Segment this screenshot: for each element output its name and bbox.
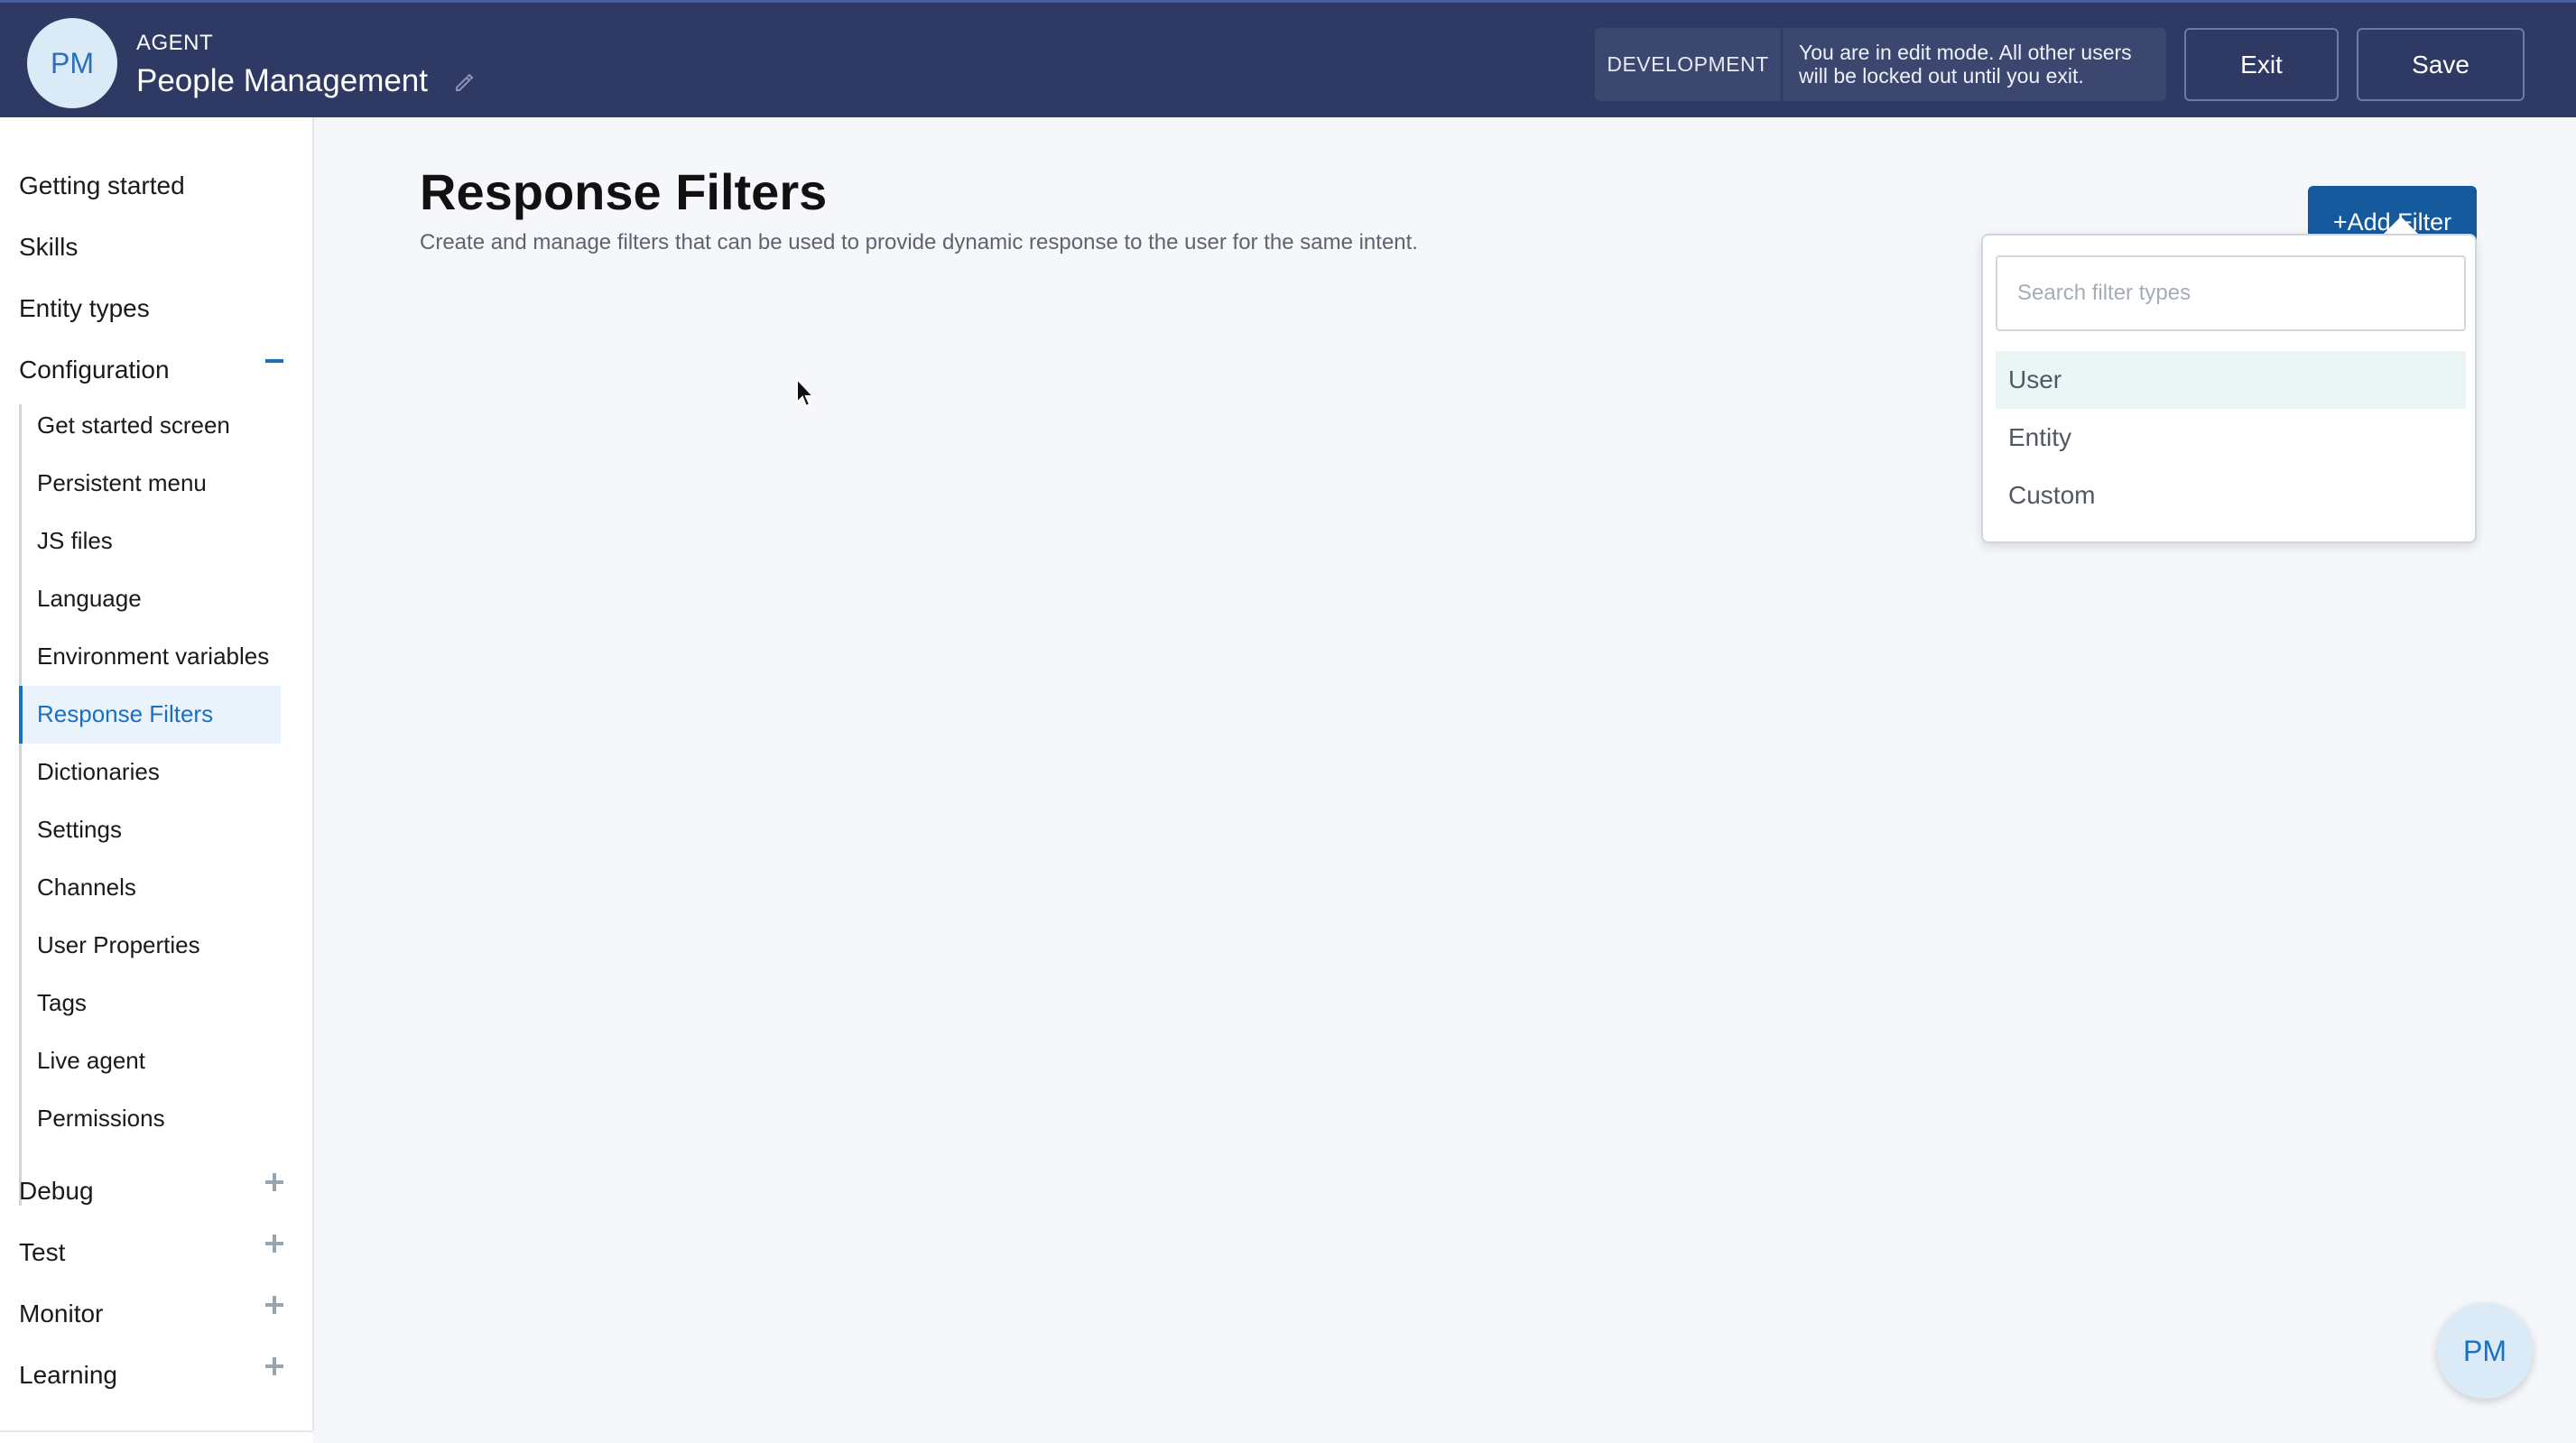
filter-option-user[interactable]: User — [1996, 351, 2466, 409]
sidebar-item-tags[interactable]: Tags — [37, 989, 87, 1017]
sidebar-item-environment-variables[interactable]: Environment variables — [37, 643, 269, 671]
expand-monitor-icon[interactable] — [265, 1296, 283, 1314]
collapse-icon[interactable] — [265, 359, 283, 363]
edit-mode-message: You are in edit mode. All other users wi… — [1799, 41, 2132, 88]
filter-option-entity[interactable]: Entity — [1996, 409, 2466, 467]
dropdown-caret — [2383, 217, 2419, 235]
pencil-icon[interactable] — [454, 72, 474, 92]
sidebar-item-user-properties[interactable]: User Properties — [37, 931, 200, 959]
sidebar-item-debug[interactable]: Debug — [19, 1177, 94, 1206]
filter-type-dropdown: User Entity Custom — [1981, 234, 2477, 543]
sidebar-item-configuration[interactable]: Configuration — [19, 356, 170, 384]
sidebar-item-channels[interactable]: Channels — [37, 874, 136, 902]
sidebar-item-monitor[interactable]: Monitor — [19, 1300, 103, 1328]
agent-avatar[interactable]: PM — [27, 18, 117, 108]
sidebar-item-dictionaries[interactable]: Dictionaries — [37, 758, 160, 786]
expand-learning-icon[interactable] — [265, 1357, 283, 1375]
sidebar-item-skills[interactable]: Skills — [19, 233, 78, 262]
sidebar-item-persistent-menu[interactable]: Persistent menu — [37, 469, 207, 497]
sidebar-item-get-started-screen[interactable]: Get started screen — [37, 412, 230, 439]
sidebar-item-entity-types[interactable]: Entity types — [19, 294, 150, 323]
sidebar-item-permissions[interactable]: Permissions — [37, 1105, 165, 1133]
environment-tag: DEVELOPMENT — [1595, 28, 1783, 101]
filter-type-search-input[interactable] — [1996, 255, 2466, 331]
exit-button[interactable]: Exit — [2184, 28, 2339, 101]
sidebar-item-live-agent[interactable]: Live agent — [37, 1047, 145, 1075]
active-item-indicator — [19, 686, 23, 744]
filter-option-custom[interactable]: Custom — [1996, 467, 2466, 524]
expand-debug-icon[interactable] — [265, 1173, 283, 1191]
sidebar-item-language[interactable]: Language — [37, 585, 142, 613]
mouse-cursor-icon — [796, 377, 816, 408]
page-subtitle: Create and manage filters that can be us… — [420, 230, 1418, 254]
submenu-guide-line — [19, 404, 22, 1206]
sidebar-item-getting-started[interactable]: Getting started — [19, 171, 185, 200]
sidebar: Getting started Skills Entity types Conf… — [0, 117, 314, 1430]
top-header: PM AGENT People Management DEVELOPMENT Y… — [0, 0, 2576, 117]
assistant-fab[interactable]: PM — [2437, 1303, 2533, 1399]
expand-test-icon[interactable] — [265, 1235, 283, 1253]
agent-name: People Management — [136, 63, 428, 98]
save-button[interactable]: Save — [2357, 28, 2525, 101]
page-title: Response Filters — [420, 163, 828, 220]
agent-label: AGENT — [136, 31, 214, 55]
sidebar-item-js-files[interactable]: JS files — [37, 527, 113, 555]
sidebar-item-response-filters[interactable]: Response Filters — [37, 700, 213, 728]
sidebar-item-test[interactable]: Test — [19, 1238, 65, 1267]
sidebar-item-settings[interactable]: Settings — [37, 816, 122, 844]
environment-banner: DEVELOPMENT You are in edit mode. All ot… — [1595, 28, 2166, 101]
sidebar-item-learning[interactable]: Learning — [19, 1361, 117, 1390]
